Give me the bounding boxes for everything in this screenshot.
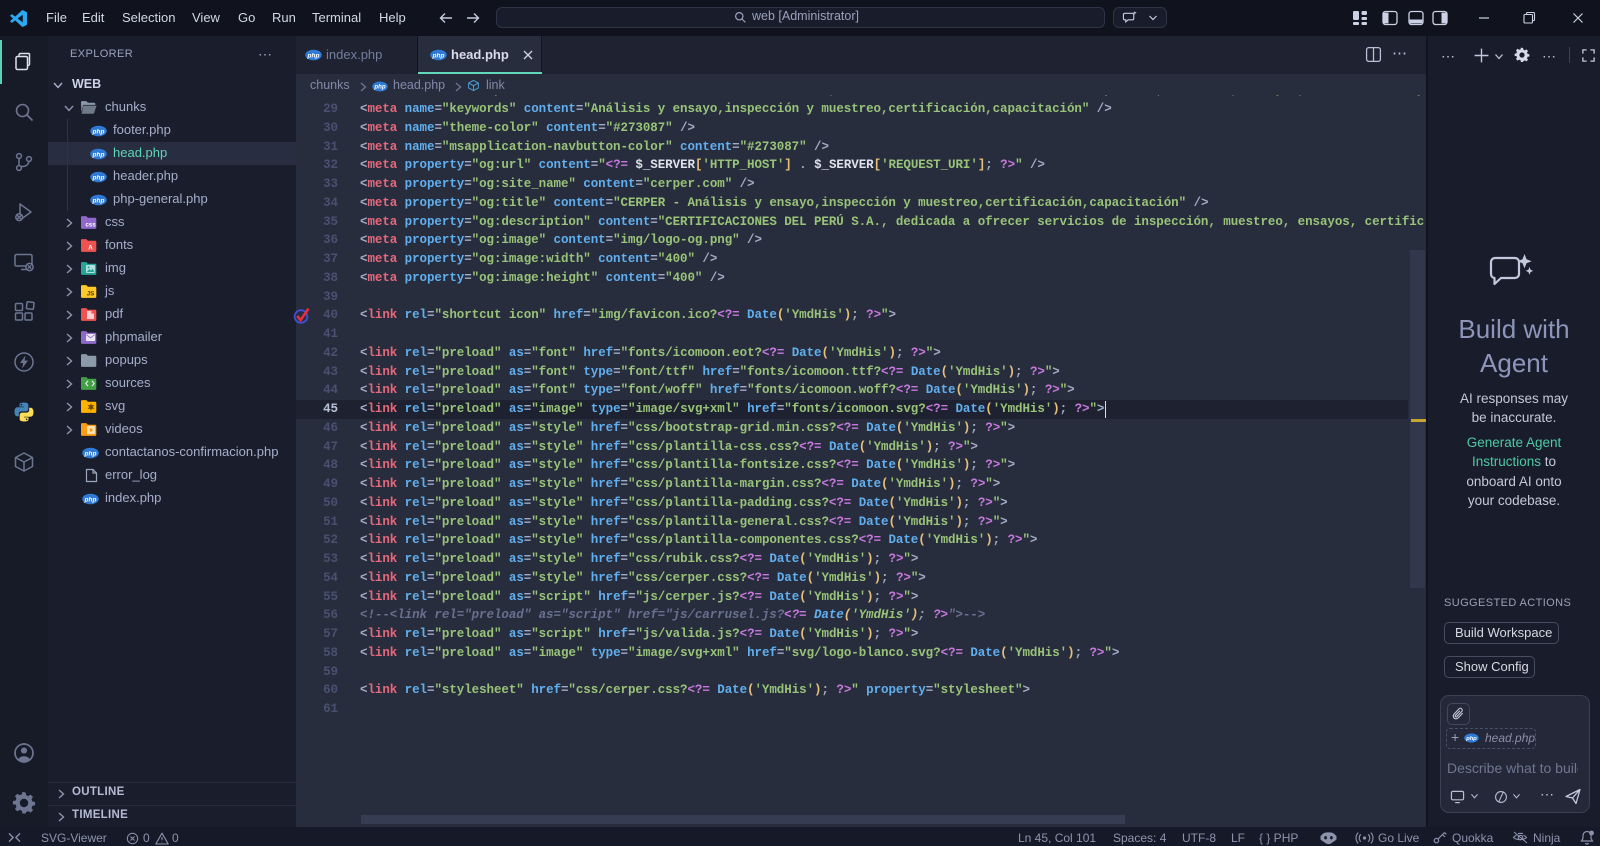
- svg-text:php: php: [92, 151, 105, 158]
- svg-text:A: A: [88, 245, 93, 252]
- svg-text:php: php: [307, 52, 320, 59]
- svg-text:php: php: [84, 450, 97, 457]
- svg-text:php: php: [1465, 736, 1477, 742]
- svg-text:JS: JS: [87, 291, 95, 298]
- svg-text:php: php: [92, 128, 105, 135]
- svg-text:css: css: [85, 222, 96, 229]
- svg-text:php: php: [84, 496, 97, 503]
- svg-text:php: php: [92, 174, 105, 181]
- svg-text:php: php: [432, 52, 445, 59]
- svg-text:php: php: [373, 84, 385, 91]
- svg-text:php: php: [92, 197, 105, 204]
